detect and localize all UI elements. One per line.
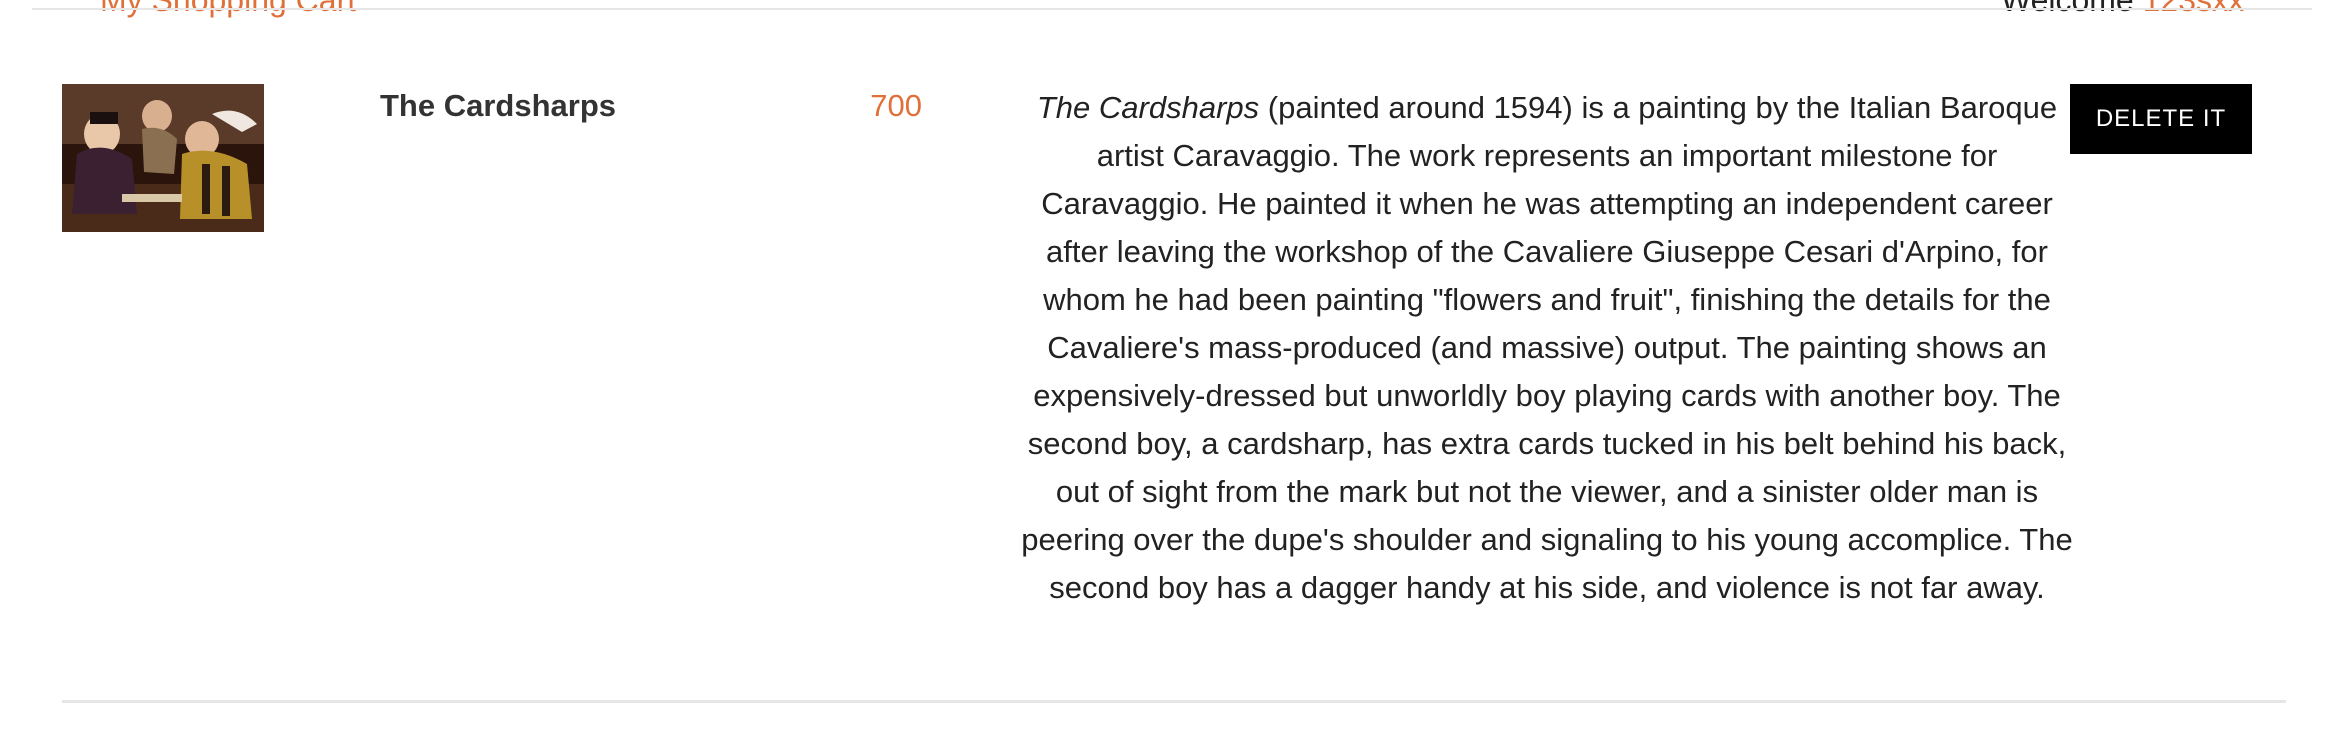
delete-item-button[interactable]: DELETE IT	[2070, 84, 2252, 154]
cart-item-row: The Cardsharps 700 The Cardsharps (paint…	[62, 84, 2286, 702]
header-divider	[32, 8, 2312, 10]
item-price: 700	[870, 88, 922, 123]
top-bar: My Shopping Cart Welcome 123sxx	[0, 0, 2326, 48]
painting-thumbnail[interactable]	[62, 84, 264, 232]
item-description-italic: The Cardsharps	[1036, 90, 1260, 125]
row-divider	[62, 700, 2286, 703]
item-description: The Cardsharps (painted around 1594) is …	[942, 84, 2282, 612]
item-title: The Cardsharps	[380, 88, 617, 123]
painting-thumbnail-image	[62, 84, 264, 232]
item-description-text: (painted around 1594) is a painting by t…	[1021, 90, 2073, 605]
